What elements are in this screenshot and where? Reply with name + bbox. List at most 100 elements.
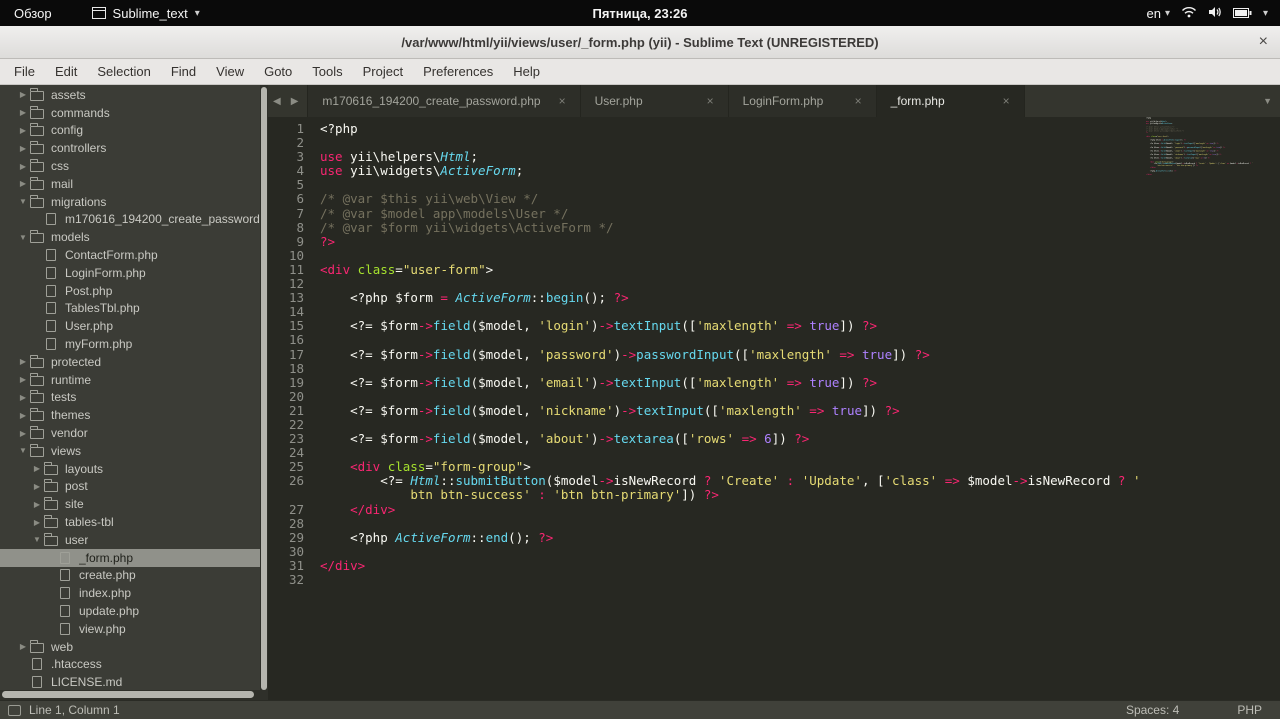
tab-close-icon[interactable]: × xyxy=(541,94,566,108)
syntax-setting[interactable]: PHP xyxy=(1237,703,1262,717)
tree-item-tables-tbl[interactable]: ▶ tables-tbl xyxy=(0,513,260,531)
code-line[interactable]: 17 <?= $form->field($model, 'password')-… xyxy=(268,347,1280,362)
chevron-right-icon[interactable]: ▶ xyxy=(30,500,44,509)
tree-item-view.php[interactable]: view.php xyxy=(0,620,260,638)
tree-item-site[interactable]: ▶ site xyxy=(0,495,260,513)
code-line[interactable]: 10 xyxy=(268,248,1280,263)
chevron-down-icon[interactable]: ▼ xyxy=(16,233,30,242)
code-line[interactable]: 4 use yii\widgets\ActiveForm; xyxy=(268,164,1280,178)
code-line[interactable]: 23 <?= $form->field($model, 'about')->te… xyxy=(268,431,1280,446)
code-line[interactable]: 16 xyxy=(268,333,1280,347)
tree-item-index.php[interactable]: index.php xyxy=(0,584,260,602)
sidebar-vertical-scrollbar[interactable] xyxy=(260,85,268,700)
tree-item-ContactForm.php[interactable]: ContactForm.php xyxy=(0,246,260,264)
menu-selection[interactable]: Selection xyxy=(87,64,160,79)
tree-item-m170616_194200_create_password.[interactable]: m170616_194200_create_password. xyxy=(0,211,260,229)
nav-back-icon[interactable]: ◀ xyxy=(268,96,286,107)
tree-item-post[interactable]: ▶ post xyxy=(0,478,260,496)
tree-item-config[interactable]: ▶ config xyxy=(0,122,260,140)
chevron-right-icon[interactable]: ▶ xyxy=(16,108,30,117)
chevron-down-icon[interactable]: ▼ xyxy=(16,446,30,455)
minimap[interactable]: 1<?php2 3use yii\helpers\Html;4use yii\w… xyxy=(1146,117,1278,677)
tree-item-tests[interactable]: ▶ tests xyxy=(0,389,260,407)
code-line[interactable]: 7 /* @var $model app\models\User */ xyxy=(268,206,1280,221)
tree-item-mail[interactable]: ▶ mail xyxy=(0,175,260,193)
tab-overflow-dropdown-icon[interactable]: ▼ xyxy=(1263,96,1272,106)
menu-file[interactable]: File xyxy=(4,64,45,79)
code-line[interactable]: 5 xyxy=(268,178,1280,192)
chevron-right-icon[interactable]: ▶ xyxy=(16,90,30,99)
tree-item-Post.php[interactable]: Post.php xyxy=(0,282,260,300)
menu-edit[interactable]: Edit xyxy=(45,64,87,79)
tree-item-models[interactable]: ▼ models xyxy=(0,228,260,246)
code-line[interactable]: 15 <?= $form->field($model, 'login')->te… xyxy=(268,319,1280,333)
tab-close-icon[interactable]: × xyxy=(689,94,714,108)
code-line[interactable]: 2 xyxy=(268,135,1280,150)
tree-item-create.php[interactable]: create.php xyxy=(0,567,260,585)
menu-preferences[interactable]: Preferences xyxy=(413,64,503,79)
code-line[interactable]: 6 /* @var $this yii\web\View */ xyxy=(268,192,1280,206)
tree-item-User.php[interactable]: User.php xyxy=(0,317,260,335)
tree-item-protected[interactable]: ▶ protected xyxy=(0,353,260,371)
scrollbar-thumb[interactable] xyxy=(2,691,255,698)
tree-item-css[interactable]: ▶ css xyxy=(0,157,260,175)
chevron-right-icon[interactable]: ▶ xyxy=(16,144,30,153)
tree-item-views[interactable]: ▼ views xyxy=(0,442,260,460)
chevron-down-icon[interactable]: ▼ xyxy=(30,535,44,544)
tree-item-user[interactable]: ▼ user xyxy=(0,531,260,549)
code-line[interactable]: 14 xyxy=(268,305,1280,319)
code-line[interactable]: 25 <div class="form-group"> xyxy=(268,460,1280,474)
chevron-right-icon[interactable]: ▶ xyxy=(16,393,30,402)
code-line[interactable]: 28 xyxy=(268,516,1280,531)
code-line[interactable]: 24 xyxy=(268,446,1280,460)
tree-item-controllers[interactable]: ▶ controllers xyxy=(0,139,260,157)
tree-item-assets[interactable]: ▶ assets xyxy=(0,86,260,104)
clock[interactable]: Пятница, 23:26 xyxy=(593,6,688,21)
tab-m170616_194200_create_password.php[interactable]: m170616_194200_create_password.php × xyxy=(307,85,581,117)
app-menu[interactable]: Sublime_text ▾ xyxy=(91,6,200,21)
chevron-right-icon[interactable]: ▶ xyxy=(16,375,30,384)
tree-item-vendor[interactable]: ▶ vendor xyxy=(0,424,260,442)
indent-setting[interactable]: Spaces: 4 xyxy=(1126,703,1179,717)
activities-button[interactable]: Обзор xyxy=(0,6,66,21)
tree-item-web[interactable]: ▶ web xyxy=(0,638,260,656)
code-line[interactable]: 32 xyxy=(268,572,1280,587)
menu-tools[interactable]: Tools xyxy=(302,64,352,79)
menu-find[interactable]: Find xyxy=(161,64,206,79)
tree-item-_form.php[interactable]: _form.php xyxy=(0,548,260,567)
tree-item-LICENSE.md[interactable]: LICENSE.md xyxy=(0,673,260,690)
tree-item-commands[interactable]: ▶ commands xyxy=(0,104,260,122)
menu-goto[interactable]: Goto xyxy=(254,64,302,79)
sidebar-horizontal-scrollbar[interactable] xyxy=(0,690,260,700)
code-line[interactable]: 3 use yii\helpers\Html; xyxy=(268,150,1280,164)
tree-item-update.php[interactable]: update.php xyxy=(0,602,260,620)
tab-close-icon[interactable]: × xyxy=(985,94,1010,108)
code-line[interactable]: 18 xyxy=(268,361,1280,376)
tree-item-layouts[interactable]: ▶ layouts xyxy=(0,460,260,478)
code-line[interactable]: 1 <?php xyxy=(268,121,1280,136)
keyboard-layout-indicator[interactable]: en ▾ xyxy=(1146,6,1170,21)
chevron-right-icon[interactable]: ▶ xyxy=(16,642,30,651)
code-line[interactable]: 21 <?= $form->field($model, 'nickname')-… xyxy=(268,403,1280,418)
chevron-right-icon[interactable]: ▶ xyxy=(30,518,44,527)
code-line[interactable]: 11 <div class="user-form"> xyxy=(268,262,1280,277)
tab-User.php[interactable]: User.php × xyxy=(580,85,729,117)
tab-LoginForm.php[interactable]: LoginForm.php × xyxy=(728,85,877,117)
code-line[interactable]: 22 xyxy=(268,417,1280,432)
tree-item-runtime[interactable]: ▶ runtime xyxy=(0,371,260,389)
code-line[interactable]: 30 xyxy=(268,544,1280,559)
code-area[interactable]: 1 <?php 2 3 use yii\helpers\Html; 4 use yii\w… xyxy=(268,117,1280,700)
code-line[interactable]: 31 </div> xyxy=(268,558,1280,573)
code-line[interactable]: 8 /* @var $form yii\widgets\ActiveForm */ xyxy=(268,220,1280,235)
system-status-area[interactable]: en ▾ ▾ xyxy=(1146,6,1280,21)
window-close-icon[interactable]: × xyxy=(1259,34,1268,50)
tab-close-icon[interactable]: × xyxy=(837,94,862,108)
chevron-right-icon[interactable]: ▶ xyxy=(16,162,30,171)
chevron-down-icon[interactable]: ▼ xyxy=(16,197,30,206)
chevron-right-icon[interactable]: ▶ xyxy=(16,179,30,188)
chevron-right-icon[interactable]: ▶ xyxy=(16,411,30,420)
menu-project[interactable]: Project xyxy=(353,64,413,79)
scrollbar-thumb[interactable] xyxy=(261,87,267,690)
tree-item-migrations[interactable]: ▼ migrations xyxy=(0,193,260,211)
code-line[interactable]: 29 <?php ActiveForm::end(); ?> xyxy=(268,530,1280,545)
